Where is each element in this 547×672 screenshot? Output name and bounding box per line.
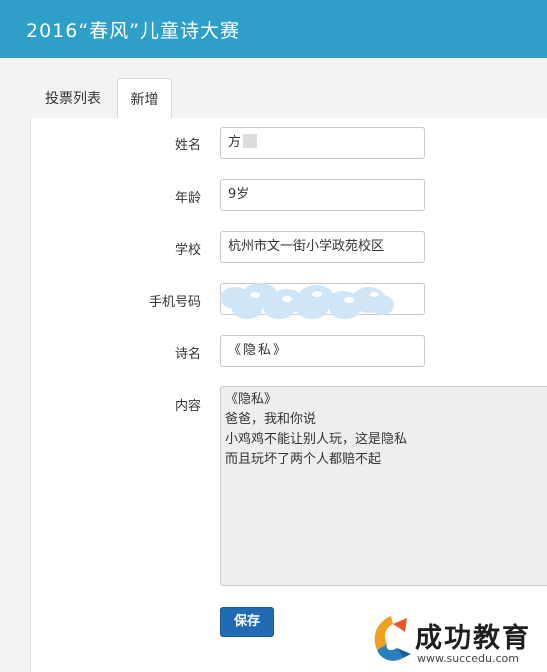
succedu-logo-icon (374, 616, 411, 661)
phone-label: 手机号码 (148, 295, 201, 310)
tab-bar: 投票列表 新增 (30, 78, 547, 119)
poem-title-field[interactable]: 《隐私》 (220, 335, 425, 367)
redacted-mark (243, 134, 258, 148)
page-title: 2016“春风”儿童诗大赛 (26, 19, 241, 42)
school-field[interactable]: 杭州市文一街小学政苑校区 (220, 231, 425, 263)
app-header: 2016“春风”儿童诗大赛 (0, 0, 547, 58)
name-value: 方 (228, 135, 242, 150)
watermark-text: 成功教育 (415, 623, 531, 654)
school-label: 学校 (174, 243, 201, 258)
age-label: 年龄 (174, 191, 201, 206)
watermark: 成功教育 www.succedu.com (365, 612, 547, 672)
age-field[interactable]: 9岁 (220, 179, 425, 211)
tab-vote-list[interactable]: 投票列表 (30, 78, 116, 118)
name-field[interactable]: 方 (220, 127, 425, 159)
save-button[interactable]: 保存 (220, 607, 274, 637)
poem-title-label: 诗名 (174, 347, 201, 362)
watermark-url: www.succedu.com (417, 652, 519, 665)
content-textarea[interactable]: 《隐私》 爸爸，我和你说 小鸡鸡不能让别人玩，这是隐私 而且玩坏了两个人都赔不起 (220, 386, 547, 586)
phone-redaction-clouds (220, 283, 395, 321)
tab-add-new[interactable]: 新增 (117, 78, 172, 119)
content-label: 内容 (174, 399, 201, 414)
name-label: 姓名 (174, 138, 201, 153)
